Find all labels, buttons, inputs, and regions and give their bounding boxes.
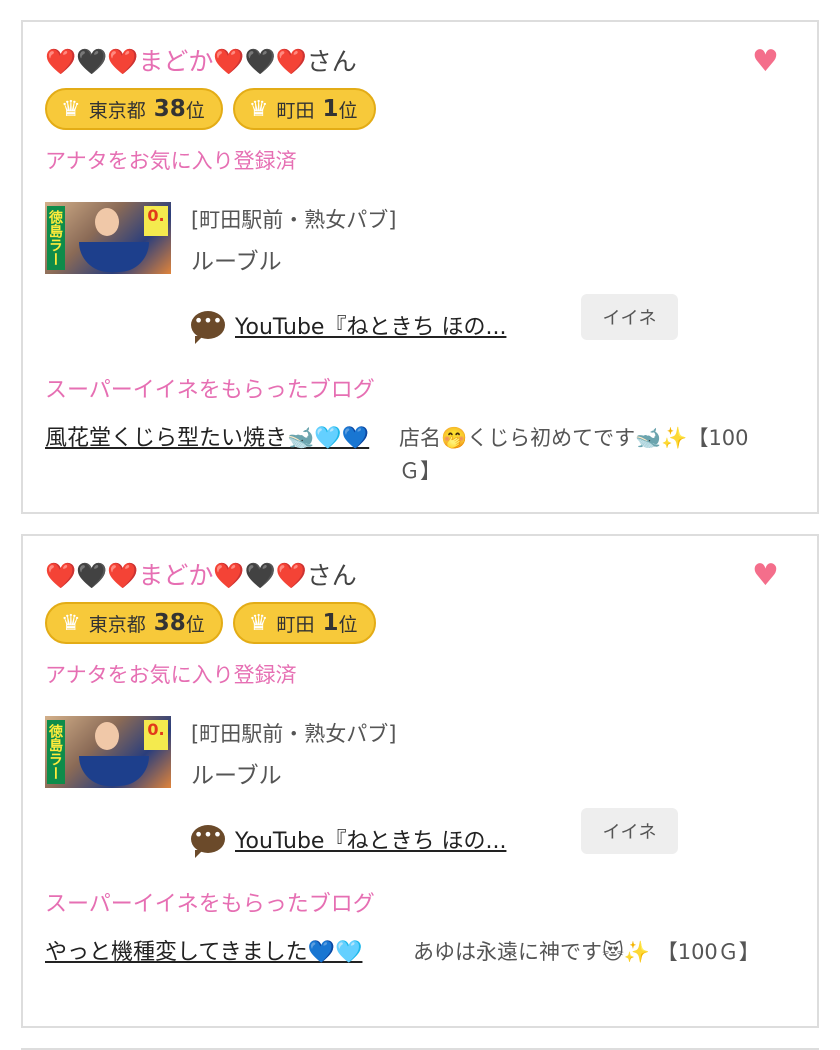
latest-comment: ••• YouTube『ねときち ほの... xyxy=(191,821,506,858)
thumb-bowl xyxy=(79,242,149,272)
badge-area: 東京都 xyxy=(88,99,146,122)
thumb-title-right: 0. xyxy=(144,720,168,750)
shop-category: [町田駅前・熟女パブ] xyxy=(191,722,397,746)
name-suffix: ❤️🖤❤️ xyxy=(213,561,307,590)
badge-unit: 位 xyxy=(338,99,358,122)
post-card: ❤️🖤❤️ まどか ❤️🖤❤️ さん ♥ ♛ 東京都 38 位 ♛ 町田 1 位… xyxy=(21,20,819,514)
name-suffix: ❤️🖤❤️ xyxy=(213,47,307,76)
blog-title-link[interactable]: 風花堂くじら型たい焼き🐋🩵💙 xyxy=(45,422,375,488)
heart-icon[interactable]: ♥ xyxy=(752,44,779,79)
badge-area: 町田 xyxy=(276,99,315,122)
badge-area: 東京都 xyxy=(88,613,146,636)
thumb-face xyxy=(95,208,119,236)
thumb-title-left: 徳島ラーメン xyxy=(47,206,65,270)
name-honorific: さん xyxy=(306,47,357,76)
like-button[interactable]: イイネ xyxy=(581,808,678,854)
crown-icon: ♛ xyxy=(61,96,81,122)
badge-rank: 1 xyxy=(322,610,339,636)
like-button[interactable]: イイネ xyxy=(581,294,678,340)
ranking-badges: ♛ 東京都 38 位 ♛ 町田 1 位 xyxy=(45,602,376,644)
post-card: ❤️🖤❤️ まどか ❤️🖤❤️ さん ♥ ♛ 東京都 38 位 ♛ 町田 1 位… xyxy=(21,534,819,1028)
badge-rank: 38 xyxy=(153,610,186,636)
comment-link[interactable]: YouTube『ねときち ほの... xyxy=(235,309,506,341)
ranking-badge-tokyo[interactable]: ♛ 東京都 38 位 xyxy=(45,602,223,644)
super-like-blog: やっと機種変してきました💙🩵 あゆは永遠に神です😻✨ 【100Ｇ】 xyxy=(45,936,793,969)
badge-area: 町田 xyxy=(276,613,315,636)
user-name[interactable]: ❤️🖤❤️ まどか ❤️🖤❤️ さん xyxy=(45,558,357,594)
crown-icon: ♛ xyxy=(61,610,81,636)
shop-thumbnail[interactable]: 徳島ラーメン 0. xyxy=(45,202,171,274)
heart-icon[interactable]: ♥ xyxy=(752,558,779,593)
shop-name[interactable]: ルーブル xyxy=(191,242,282,276)
speech-bubble-icon: ••• xyxy=(191,825,225,858)
ranking-badge-tokyo[interactable]: ♛ 東京都 38 位 xyxy=(45,88,223,130)
blog-title-link[interactable]: やっと機種変してきました💙🩵 xyxy=(45,936,389,969)
super-like-blog: 風花堂くじら型たい焼き🐋🩵💙 店名🤭くじら初めてです🐋✨【100Ｇ】 xyxy=(45,422,759,488)
crown-icon: ♛ xyxy=(248,96,269,122)
user-name[interactable]: ❤️🖤❤️ まどか ❤️🖤❤️ さん xyxy=(45,44,357,80)
blog-comment: あゆは永遠に神です😻✨ 【100Ｇ】 xyxy=(413,940,760,964)
name-honorific: さん xyxy=(306,561,357,590)
shop-thumbnail[interactable]: 徳島ラーメン 0. xyxy=(45,716,171,788)
badge-rank: 1 xyxy=(322,96,339,122)
thumb-title-left: 徳島ラーメン xyxy=(47,720,65,784)
thumb-title-right: 0. xyxy=(144,206,168,236)
badge-unit: 位 xyxy=(185,99,205,122)
name-prefix: ❤️🖤❤️ xyxy=(45,561,139,590)
super-like-label: スーパーイイネをもらったブログ xyxy=(45,892,375,917)
super-like-label: スーパーイイネをもらったブログ xyxy=(45,378,375,403)
ranking-badge-machida[interactable]: ♛ 町田 1 位 xyxy=(232,88,376,130)
thumb-face xyxy=(95,722,119,750)
shop-category: [町田駅前・熟女パブ] xyxy=(191,208,397,232)
crown-icon: ♛ xyxy=(248,610,269,636)
ranking-badge-machida[interactable]: ♛ 町田 1 位 xyxy=(232,602,376,644)
badge-rank: 38 xyxy=(153,96,186,122)
comment-link[interactable]: YouTube『ねときち ほの... xyxy=(235,823,506,855)
ranking-badges: ♛ 東京都 38 位 ♛ 町田 1 位 xyxy=(45,88,376,130)
speech-bubble-icon: ••• xyxy=(191,311,225,344)
badge-unit: 位 xyxy=(185,613,205,636)
name-nickname: まどか xyxy=(138,47,214,76)
favorite-status: アナタをお気に入り登録済 xyxy=(45,149,297,173)
latest-comment: ••• YouTube『ねときち ほの... xyxy=(191,307,506,344)
name-prefix: ❤️🖤❤️ xyxy=(45,47,139,76)
blog-comment: 店名🤭くじら初めてです🐋✨【100Ｇ】 xyxy=(399,426,749,483)
thumb-bowl xyxy=(79,756,149,786)
badge-unit: 位 xyxy=(338,613,358,636)
shop-name[interactable]: ルーブル xyxy=(191,756,282,790)
favorite-status: アナタをお気に入り登録済 xyxy=(45,663,297,687)
name-nickname: まどか xyxy=(138,561,214,590)
